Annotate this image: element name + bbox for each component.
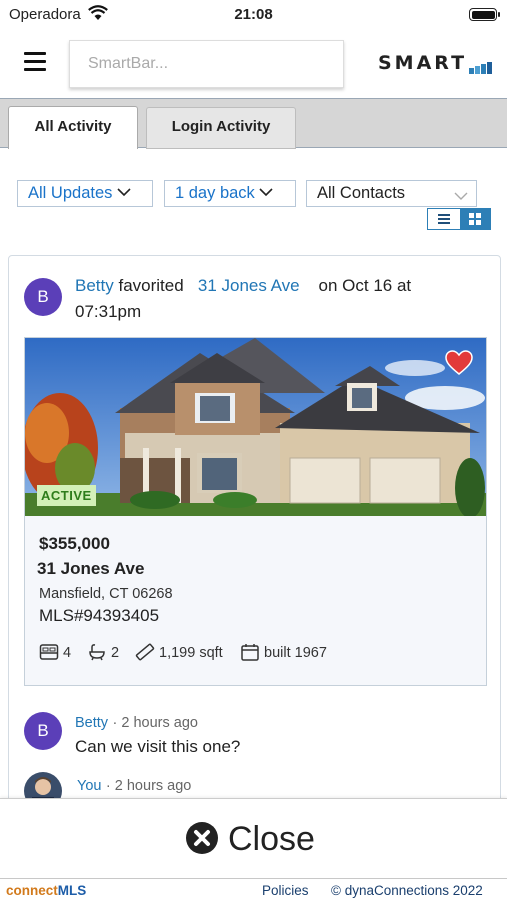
- listing-city: Mansfield, CT 06268: [39, 586, 173, 602]
- comment-time: · 2 hours ago: [112, 715, 198, 731]
- activity-user-link[interactable]: Betty: [75, 276, 114, 295]
- beds-count: 4: [63, 645, 72, 661]
- tab-login-activity[interactable]: Login Activity: [146, 107, 296, 149]
- status-bar: Operadora 21:08: [0, 0, 507, 30]
- built-year: built 1967: [264, 645, 327, 661]
- menu-icon[interactable]: [24, 52, 46, 71]
- sqft-value: 1,199 sqft: [159, 645, 223, 661]
- property-link[interactable]: 31 Jones Ave: [198, 276, 300, 295]
- updates-filter-dropdown[interactable]: All Updates: [17, 180, 153, 207]
- baths-count: 2: [111, 645, 120, 661]
- activity-action: favorited: [118, 276, 184, 295]
- battery-icon: [469, 8, 500, 21]
- close-button[interactable]: Close: [0, 798, 507, 878]
- copyright-text: © dynaConnections 2022: [331, 883, 483, 898]
- smart-logo: SMART: [378, 52, 493, 74]
- heart-icon[interactable]: [445, 350, 473, 376]
- activity-description: Betty favorited 31 Jones Ave on Oct 16 a…: [75, 273, 475, 325]
- tab-all-activity[interactable]: All Activity: [8, 106, 138, 149]
- clock: 21:08: [234, 6, 273, 23]
- chevron-down-icon: [117, 188, 131, 197]
- logo-bars-icon: [469, 52, 493, 74]
- avatar: B: [24, 712, 62, 750]
- comment-time: · 2 hours ago: [105, 778, 192, 794]
- activity-card: B Betty favorited 31 Jones Ave on Oct 16…: [8, 255, 501, 815]
- built-stat: built 1967: [240, 643, 327, 661]
- view-toggle: [427, 208, 491, 230]
- footer: connectMLS Policies © dynaConnections 20…: [0, 878, 507, 900]
- bath-icon: [89, 644, 105, 661]
- avatar: B: [24, 278, 62, 316]
- grid-view-button[interactable]: [460, 209, 490, 229]
- sqft-stat: 1,199 sqft: [135, 643, 223, 661]
- beds-stat: 4: [39, 643, 71, 661]
- contacts-filter-label: All Contacts: [317, 184, 406, 202]
- updates-filter-label: All Updates: [28, 184, 113, 202]
- connectmls-logo: connectMLS: [6, 883, 87, 898]
- list-view-button[interactable]: [428, 209, 460, 229]
- listing-card[interactable]: ACTIVE $355,000 31 Jones Ave Mansfield, …: [24, 337, 487, 686]
- time-range-dropdown[interactable]: 1 day back: [164, 180, 296, 207]
- chevron-down-icon: [454, 192, 468, 200]
- comment-text: Can we visit this one?: [75, 737, 241, 756]
- close-label: Close: [228, 820, 315, 858]
- baths-stat: 2: [87, 643, 119, 661]
- ruler-icon: [135, 643, 155, 661]
- policies-link[interactable]: Policies: [262, 883, 309, 898]
- time-range-label: 1 day back: [175, 184, 255, 202]
- smartbar-search-input[interactable]: [69, 40, 344, 88]
- list-icon: [438, 214, 450, 224]
- listing-price: $355,000: [39, 534, 110, 553]
- status-badge: ACTIVE: [37, 485, 96, 506]
- bed-icon: [39, 644, 59, 660]
- calendar-icon: [241, 644, 259, 661]
- comment-author-link[interactable]: Betty: [75, 715, 108, 731]
- comment-header: Betty · 2 hours ago: [75, 714, 198, 732]
- tab-strip: All Activity Login Activity: [0, 98, 507, 149]
- close-icon: [186, 822, 218, 854]
- grid-icon: [469, 213, 481, 225]
- chevron-down-icon: [259, 188, 273, 197]
- listing-address: 31 Jones Ave: [37, 559, 145, 578]
- comment-author-link[interactable]: You: [77, 778, 101, 794]
- mls-number: 94393405: [83, 606, 160, 625]
- mls-label: MLS#: [39, 606, 84, 625]
- listing-mls: MLS#94393405: [39, 606, 159, 626]
- logo-text: SMART: [378, 52, 468, 74]
- comment-header: You · 2 hours ago: [77, 777, 191, 795]
- contacts-filter-dropdown[interactable]: All Contacts: [306, 180, 477, 207]
